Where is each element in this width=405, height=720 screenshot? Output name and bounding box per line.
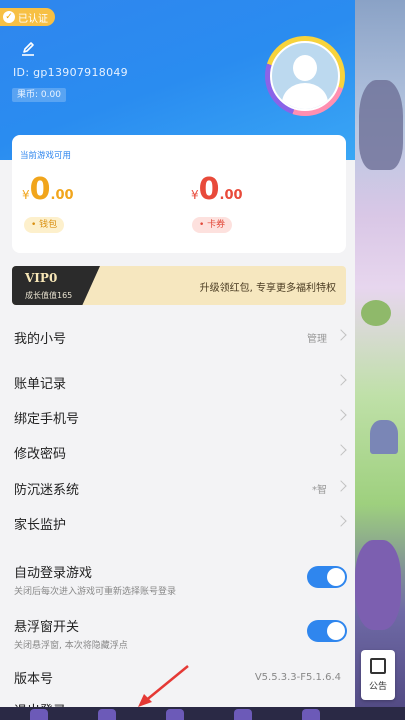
tab-icon-2[interactable] bbox=[98, 709, 116, 720]
chevron-right-icon bbox=[335, 374, 347, 386]
menu-item-label: 修改密码 bbox=[14, 446, 67, 462]
chevron-right-icon bbox=[335, 409, 347, 421]
vip-growth: 成长值值165 bbox=[25, 291, 73, 300]
floating-window-toggle[interactable] bbox=[307, 620, 347, 642]
currency-symbol: ¥ bbox=[191, 188, 199, 202]
coupon-pill[interactable]: • 卡券 bbox=[192, 217, 233, 233]
menu-item-change-password[interactable]: 修改密码 bbox=[0, 437, 355, 467]
version-label: 版本号 bbox=[14, 671, 54, 687]
chevron-right-icon bbox=[335, 329, 347, 341]
toggle-knob bbox=[327, 622, 345, 640]
menu-item-anti-addiction[interactable]: 防沉迷系统 *智 bbox=[0, 473, 355, 503]
notice-icon bbox=[370, 658, 386, 674]
menu-item-right-text: *智 bbox=[312, 484, 327, 496]
wallet-amount[interactable]: ¥0.00 bbox=[22, 172, 74, 207]
edit-icon[interactable] bbox=[20, 41, 36, 57]
avatar-body bbox=[282, 83, 328, 109]
chevron-right-icon bbox=[335, 515, 347, 527]
menu-item-label: 账单记录 bbox=[14, 376, 67, 392]
game-background bbox=[355, 0, 405, 720]
toggle-knob bbox=[327, 568, 345, 586]
verified-badge: ✓ 已认证 bbox=[0, 8, 55, 26]
menu-item-label: 绑定手机号 bbox=[14, 411, 80, 427]
game-character-shadow bbox=[359, 80, 403, 170]
game-creature bbox=[355, 540, 401, 630]
check-icon: ✓ bbox=[3, 11, 15, 23]
coin-balance: 果币: 0.00 bbox=[12, 88, 66, 102]
coupon-amount[interactable]: ¥0.00 bbox=[191, 172, 243, 207]
setting-label: 悬浮窗开关 bbox=[14, 620, 80, 635]
tab-icon-3[interactable] bbox=[166, 709, 184, 720]
vip-banner[interactable]: VIP0 成长值值165 升级领红包, 专享更多福利特权 bbox=[12, 266, 346, 305]
menu-item-sub-accounts[interactable]: 我的小号 管理 bbox=[0, 322, 355, 352]
red-arrow-annotation bbox=[138, 665, 189, 707]
account-panel: ✓ 已认证 ID: gp13907918049 果币: 0.00 当前游戏可用 … bbox=[0, 0, 355, 720]
notice-button[interactable]: 公告 bbox=[361, 650, 395, 700]
floating-window-setting: 悬浮窗开关 关闭悬浮窗, 本次将隐藏浮点 bbox=[0, 614, 355, 658]
menu-item-bind-phone[interactable]: 绑定手机号 bbox=[0, 402, 355, 432]
menu-item-right-text: 管理 bbox=[307, 333, 327, 345]
tab-icon-5[interactable] bbox=[302, 709, 320, 720]
vip-promo: 升级领红包, 专享更多福利特权 bbox=[199, 283, 336, 294]
verified-badge-text: 已认证 bbox=[18, 13, 48, 25]
wallet-pill[interactable]: • 钱包 bbox=[24, 217, 65, 233]
setting-description: 关闭悬浮窗, 本次将隐藏浮点 bbox=[14, 641, 128, 651]
game-rock bbox=[370, 420, 398, 454]
notice-label: 公告 bbox=[368, 682, 387, 692]
vip-level: VIP0 bbox=[25, 271, 58, 285]
chevron-right-icon bbox=[335, 444, 347, 456]
amount-integer: 0 bbox=[198, 172, 220, 207]
user-id: ID: gp13907918049 bbox=[13, 66, 128, 79]
setting-description: 关闭后每次进入游戏可重新选择账号登录 bbox=[14, 587, 177, 597]
wallet-title: 当前游戏可用 bbox=[20, 151, 72, 161]
currency-symbol: ¥ bbox=[22, 188, 30, 202]
amount-decimal: .00 bbox=[219, 188, 243, 203]
amount-decimal: .00 bbox=[50, 188, 74, 203]
amount-integer: 0 bbox=[29, 172, 51, 207]
setting-label: 自动登录游戏 bbox=[14, 566, 93, 581]
menu-item-label: 家长监护 bbox=[14, 517, 67, 533]
user-avatar-icon bbox=[293, 55, 317, 81]
tab-icon-1[interactable] bbox=[30, 709, 48, 720]
auto-login-toggle[interactable] bbox=[307, 566, 347, 588]
menu-item-bills[interactable]: 账单记录 bbox=[0, 367, 355, 397]
tab-icon-4[interactable] bbox=[234, 709, 252, 720]
avatar[interactable] bbox=[270, 41, 340, 111]
version-value: V5.5.3.3-F5.1.6.4 bbox=[254, 671, 341, 683]
menu-item-parental-control[interactable]: 家长监护 bbox=[0, 508, 355, 538]
menu-item-label: 我的小号 bbox=[14, 331, 67, 347]
auto-login-setting: 自动登录游戏 关闭后每次进入游戏可重新选择账号登录 bbox=[0, 560, 355, 604]
game-bush bbox=[361, 300, 391, 326]
menu-item-label: 防沉迷系统 bbox=[14, 482, 80, 498]
chevron-right-icon bbox=[335, 480, 347, 492]
